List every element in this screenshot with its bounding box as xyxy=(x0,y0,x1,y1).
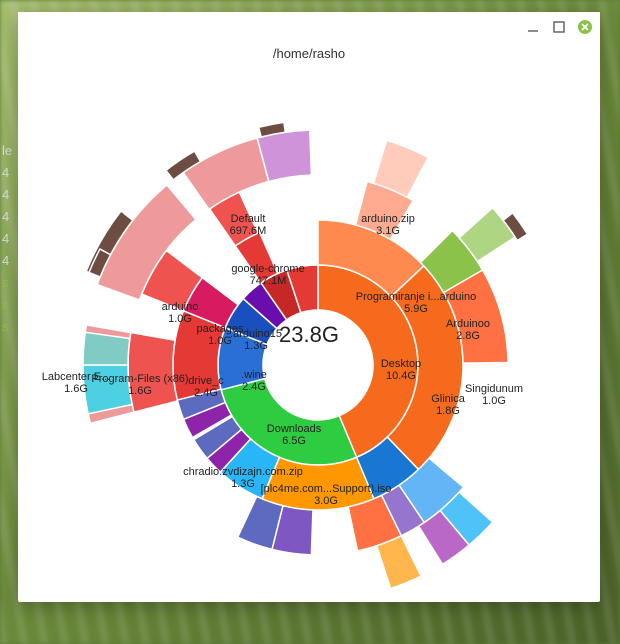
side-panel: le 4 4 4 4 4 s s s xyxy=(2,140,12,338)
side-line: s xyxy=(2,272,12,294)
sunburst-segment[interactable] xyxy=(83,365,132,414)
side-line: 4 xyxy=(2,162,12,184)
sunburst-segment[interactable] xyxy=(128,333,178,413)
maximize-button[interactable] xyxy=(552,20,566,34)
sunburst-segment[interactable] xyxy=(83,332,130,365)
sunburst-segment[interactable] xyxy=(377,536,421,589)
sunburst-segment[interactable] xyxy=(183,138,269,209)
baobab-window: /home/rasho 23.8G arduino.zip3.1GProgram… xyxy=(18,12,600,602)
side-line: 4 xyxy=(2,228,12,250)
sunburst-segment[interactable] xyxy=(262,457,374,510)
close-button[interactable] xyxy=(578,20,592,34)
side-line: s xyxy=(2,316,12,338)
sunburst-chart[interactable]: 23.8G arduino.zip3.1GProgramiranje i...a… xyxy=(18,65,600,605)
page-title: /home/rasho xyxy=(18,42,600,65)
side-line: 4 xyxy=(2,206,12,228)
side-line: 4 xyxy=(2,250,12,272)
minimize-button[interactable] xyxy=(526,20,540,34)
titlebar xyxy=(18,12,600,42)
side-line: le xyxy=(2,140,12,162)
side-line: s xyxy=(2,294,12,316)
side-line: 4 xyxy=(2,184,12,206)
total-size-label: 23.8G xyxy=(279,322,339,348)
